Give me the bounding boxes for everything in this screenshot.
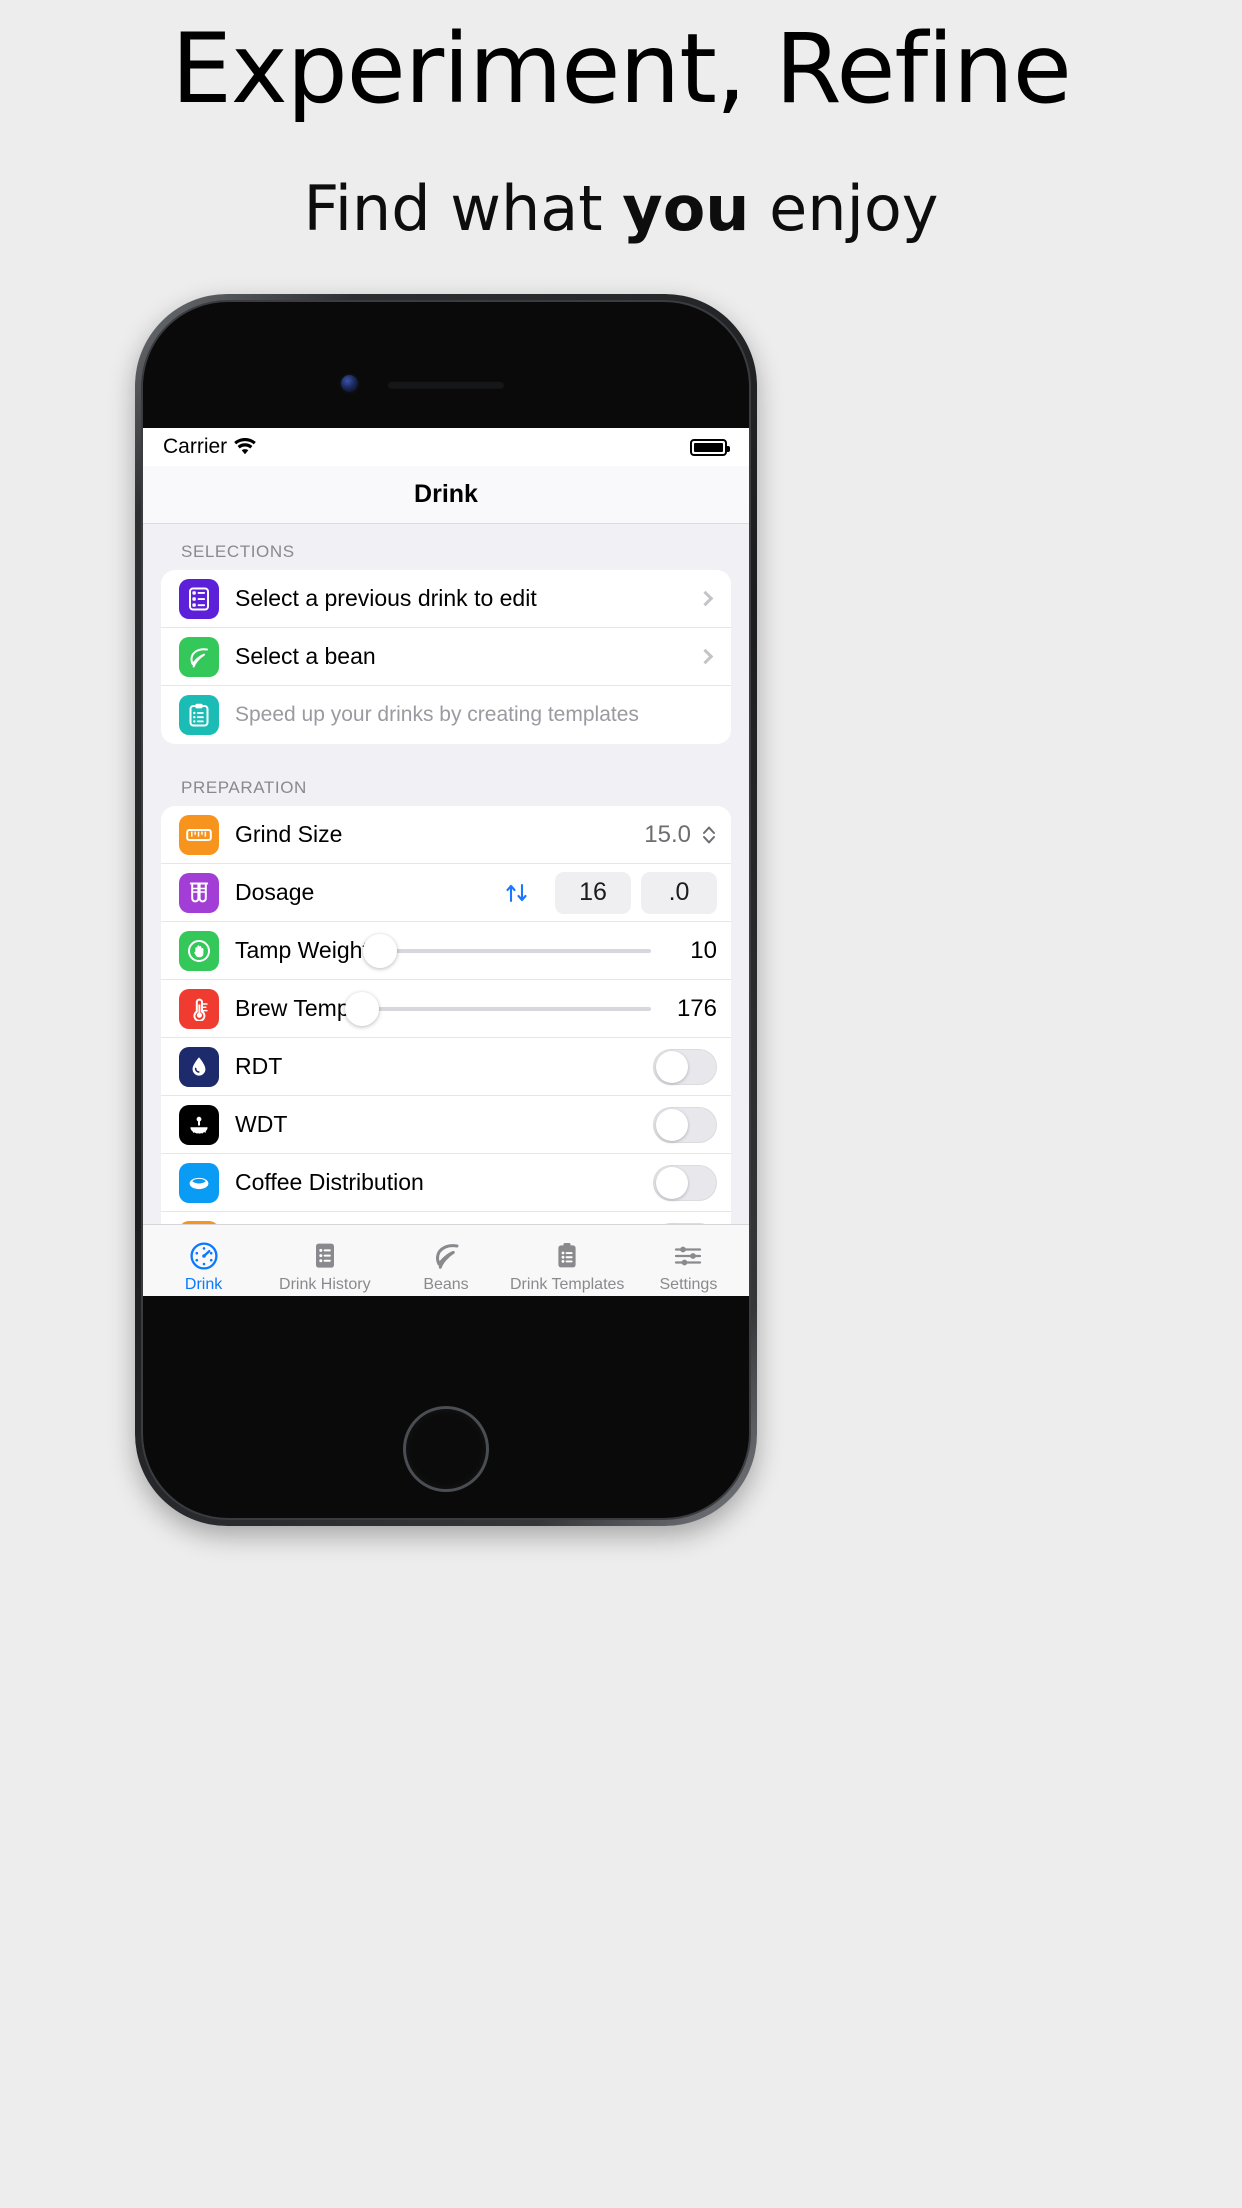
earpiece-speaker: [387, 380, 505, 389]
row-grind-size[interactable]: Grind Size 15.0: [161, 806, 731, 864]
row-dosage[interactable]: Dosage 16 .0: [161, 864, 731, 922]
tamp-weight-slider[interactable]: 10: [363, 933, 717, 968]
chevron-up-down-icon[interactable]: [701, 824, 717, 846]
puck-screen-icon: [179, 1220, 219, 1224]
row-label: Dosage: [235, 879, 315, 905]
battery-full-icon: [690, 438, 730, 456]
dosage-whole-field[interactable]: 16: [555, 871, 631, 914]
ruler-icon: [179, 814, 219, 855]
row-label: Grind Size: [235, 821, 343, 847]
row-wdt[interactable]: WDT: [161, 1096, 731, 1154]
subheadline-pre: Find what: [303, 172, 623, 245]
coffee-distribution-toggle[interactable]: [653, 1164, 717, 1201]
row-label: Coffee Distribution: [235, 1169, 424, 1195]
grind-size-value: 15.0: [644, 820, 691, 848]
preparation-card: Grind Size 15.0 Dosage 16 .0 Tamp Weight…: [161, 806, 731, 1224]
tab-label: Beans: [423, 1275, 469, 1293]
toggle-knob: [656, 1108, 688, 1141]
distributor-icon: [179, 1162, 219, 1203]
slider-track[interactable]: [344, 991, 651, 1026]
row-rdt[interactable]: RDT: [161, 1038, 731, 1096]
chevron-right-icon: [697, 648, 714, 665]
up-down-arrows-icon[interactable]: [503, 879, 531, 907]
row-label: WDT: [235, 1111, 288, 1137]
row-drink-templates-hint[interactable]: Speed up your drinks by creating templat…: [161, 686, 731, 744]
tab-label: Drink History: [279, 1275, 371, 1293]
row-puck-screen[interactable]: Puck Screen: [161, 1212, 731, 1224]
thermometer-icon: [179, 988, 219, 1029]
promo-page: Experiment, Refine Find what you enjoy C…: [0, 0, 1242, 2208]
brew-temp-slider[interactable]: 176: [344, 991, 717, 1026]
tamp-weight-value: 10: [690, 936, 717, 964]
toggle-knob: [656, 1166, 688, 1199]
slider-track[interactable]: [363, 933, 651, 968]
tab-settings[interactable]: Settings: [628, 1240, 749, 1294]
wdt-toggle[interactable]: [653, 1106, 717, 1143]
wdt-tool-icon: [179, 1104, 219, 1145]
puck-screen-toggle[interactable]: [653, 1222, 717, 1224]
hand-tamp-icon: [179, 930, 219, 971]
gauge-icon: [189, 1240, 219, 1272]
list-document-icon: [179, 578, 219, 619]
page-subheadline: Find what you enjoy: [0, 172, 1242, 245]
section-header-preparation: PREPARATION: [181, 778, 307, 797]
rdt-toggle[interactable]: [653, 1048, 717, 1085]
row-tamp-weight[interactable]: Tamp Weight 10: [161, 922, 731, 980]
toggle-knob: [656, 1050, 688, 1083]
status-bar-left: Carrier: [163, 435, 257, 459]
phone-screen: Carrier Drink SELECTIONS Select a previo…: [143, 428, 749, 1296]
sliders-icon: [673, 1240, 703, 1272]
row-coffee-distribution[interactable]: Coffee Distribution: [161, 1154, 731, 1212]
phone-bezel: Carrier Drink SELECTIONS Select a previo…: [141, 300, 751, 1520]
navigation-bar: Drink: [143, 466, 749, 524]
tab-drink-history[interactable]: Drink History: [264, 1240, 385, 1294]
subheadline-emphasis: you: [622, 172, 750, 245]
tab-label: Drink Templates: [510, 1275, 625, 1293]
brew-temp-value: 176: [676, 994, 717, 1022]
row-label: RDT: [235, 1053, 283, 1079]
wifi-icon: [233, 438, 257, 456]
tab-beans[interactable]: Beans: [385, 1240, 506, 1294]
clipboard-list-icon: [179, 695, 219, 735]
tab-bar: Drink Drink History Beans Drink Template…: [143, 1224, 749, 1296]
row-label: Tamp Weight: [235, 937, 369, 963]
water-drop-icon: [179, 1046, 219, 1087]
row-brew-temp[interactable]: Brew Temp 176: [161, 980, 731, 1038]
page-headline: Experiment, Refine: [171, 13, 1072, 125]
tab-drink-templates[interactable]: Drink Templates: [507, 1240, 628, 1294]
battery-level-fill: [694, 442, 723, 452]
power-button[interactable]: [749, 530, 751, 608]
chevron-right-icon: [697, 590, 714, 607]
leaf-icon: [431, 1240, 461, 1272]
row-select-previous-drink[interactable]: Select a previous drink to edit: [161, 570, 731, 628]
scroll-content[interactable]: SELECTIONS Select a previous drink to ed…: [143, 524, 749, 1224]
slider-knob[interactable]: [344, 991, 379, 1026]
row-label: Select a previous drink to edit: [235, 585, 537, 611]
tab-drink[interactable]: Drink: [143, 1240, 264, 1294]
clipboard-list-icon: [555, 1240, 579, 1272]
row-label: Brew Temp: [235, 995, 350, 1021]
row-label: Select a bean: [235, 643, 376, 669]
grind-size-stepper[interactable]: 15.0: [644, 821, 717, 849]
test-tubes-icon: [179, 872, 219, 913]
row-label: Speed up your drinks by creating templat…: [235, 703, 639, 726]
tab-label: Settings: [659, 1275, 718, 1293]
slider-knob[interactable]: [363, 933, 398, 968]
subheadline-post: enjoy: [749, 172, 939, 245]
status-bar: Carrier: [143, 428, 749, 466]
leaf-icon: [179, 636, 219, 677]
front-camera: [341, 375, 358, 392]
dosage-fraction-field[interactable]: .0: [641, 871, 717, 914]
phone-mockup: Carrier Drink SELECTIONS Select a previo…: [135, 294, 757, 1526]
row-select-bean[interactable]: Select a bean: [161, 628, 731, 686]
home-button[interactable]: [403, 1406, 489, 1492]
tab-label: Drink: [184, 1275, 223, 1293]
list-document-icon: [313, 1240, 337, 1272]
page-title: Drink: [414, 480, 478, 508]
selections-card: Select a previous drink to edit Select a…: [161, 570, 731, 744]
carrier-label: Carrier: [163, 435, 228, 458]
section-header-selections: SELECTIONS: [181, 542, 295, 561]
